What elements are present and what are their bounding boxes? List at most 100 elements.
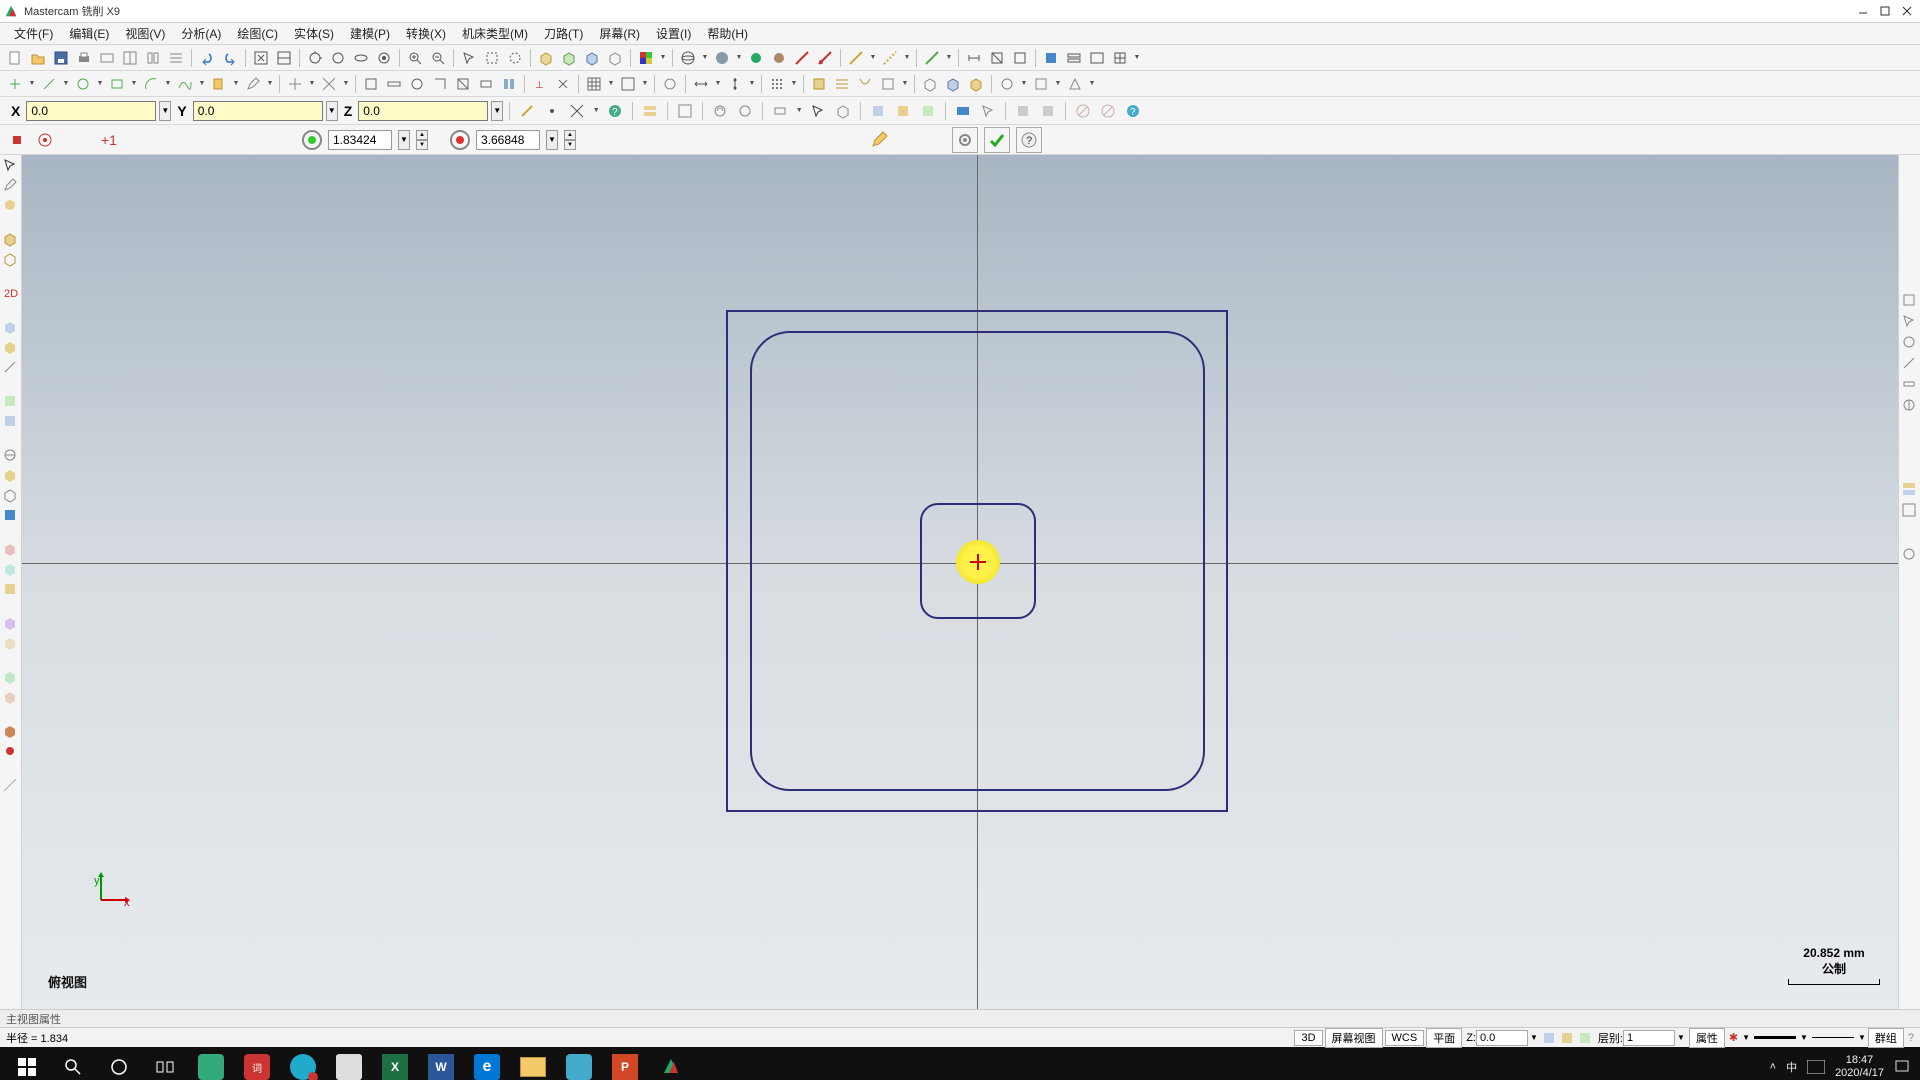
taskbar-app-1[interactable] [188, 1047, 234, 1080]
status-layer-input[interactable] [1623, 1030, 1675, 1046]
param-btn-add[interactable]: +1 [98, 129, 120, 151]
status-screenview-button[interactable]: 屏幕视图 [1325, 1028, 1383, 1048]
lside-21[interactable] [2, 669, 20, 687]
tb2-m3[interactable] [965, 73, 987, 95]
coord-btn-2[interactable] [541, 100, 563, 122]
tb2-e[interactable] [452, 73, 474, 95]
tb1-rot1[interactable] [304, 47, 326, 69]
param-help[interactable]: ? [1016, 127, 1042, 153]
tb1-dim2[interactable] [986, 47, 1008, 69]
tb2-l1[interactable] [808, 73, 830, 95]
tb1-g1[interactable] [921, 47, 943, 69]
tb1-redline2[interactable] [814, 47, 836, 69]
menu-help[interactable]: 帮助(H) [699, 23, 756, 44]
tb1-sel1[interactable] [458, 47, 480, 69]
diameter-spinner[interactable]: ▲▼ [564, 130, 576, 150]
lside-9[interactable] [2, 359, 20, 377]
lside-5[interactable] [2, 251, 20, 269]
taskbar-skype[interactable] [280, 1047, 326, 1080]
circle-tool[interactable] [72, 73, 94, 95]
tray-clock[interactable]: 18:47 2020/4/17 [1835, 1054, 1884, 1080]
fit-button[interactable] [250, 47, 272, 69]
tb2-grid[interactable] [583, 73, 605, 95]
lside-11[interactable] [2, 413, 20, 431]
tb1-8[interactable] [165, 47, 187, 69]
coord-arrow[interactable] [807, 100, 829, 122]
tb2-dim-h[interactable] [690, 73, 712, 95]
tb1-grid-drop[interactable]: ▼ [1132, 54, 1142, 61]
tb1-brown[interactable] [768, 47, 790, 69]
z-input[interactable] [358, 101, 488, 121]
status-linetype[interactable] [1754, 1036, 1796, 1039]
coord-btn-3[interactable] [566, 100, 588, 122]
param-gear[interactable] [952, 127, 978, 153]
coord-rect-drop[interactable]: ▼ [794, 107, 804, 114]
lside-2[interactable] [2, 177, 20, 195]
param-btn-1[interactable] [6, 129, 28, 151]
menu-screen[interactable]: 屏幕(R) [591, 23, 648, 44]
spline-tool[interactable] [174, 73, 196, 95]
tb2-l3[interactable] [854, 73, 876, 95]
status-icon-3[interactable] [1576, 1029, 1594, 1047]
status-z-input[interactable] [1476, 1030, 1528, 1046]
minimize-button[interactable] [1854, 2, 1872, 20]
color-button[interactable] [635, 47, 657, 69]
tb1-g1-drop[interactable]: ▼ [944, 54, 954, 61]
cortana-button[interactable] [96, 1047, 142, 1080]
lside-19[interactable] [2, 615, 20, 633]
tb2-j-drop[interactable]: ▼ [640, 80, 650, 87]
tb1-green1[interactable] [745, 47, 767, 69]
tb1-redline[interactable] [791, 47, 813, 69]
lside-14[interactable] [2, 487, 20, 505]
tb2-n2-drop[interactable]: ▼ [1053, 80, 1063, 87]
taskbar-explorer[interactable] [510, 1047, 556, 1080]
new-file-button[interactable] [4, 47, 26, 69]
paste-drop[interactable]: ▼ [231, 80, 241, 87]
spline-drop[interactable]: ▼ [197, 80, 207, 87]
taskbar-app-2[interactable]: 词 [234, 1047, 280, 1080]
param-pencil[interactable] [868, 129, 890, 151]
rside-8[interactable] [1901, 502, 1919, 520]
taskview-button[interactable] [142, 1047, 188, 1080]
sphere-shade-dropdown[interactable]: ▼ [734, 54, 744, 61]
status-attr-button[interactable]: 属性 [1689, 1028, 1725, 1048]
diameter-indicator-icon[interactable] [450, 130, 470, 150]
paste-tool[interactable] [208, 73, 230, 95]
lside-20[interactable] [2, 635, 20, 653]
tb1-dim1[interactable] [963, 47, 985, 69]
tb1-7[interactable] [142, 47, 164, 69]
status-help[interactable]: ? [1908, 1032, 1914, 1044]
taskbar-app-9[interactable] [556, 1047, 602, 1080]
coord-t2[interactable] [977, 100, 999, 122]
tb1-dim3[interactable] [1009, 47, 1031, 69]
tb2-pat-drop[interactable]: ▼ [789, 80, 799, 87]
tb2-dim-v[interactable] [724, 73, 746, 95]
coord-s1[interactable] [867, 100, 889, 122]
edit-tool[interactable] [242, 73, 264, 95]
status-icon-2[interactable] [1558, 1029, 1576, 1047]
y-input[interactable] [193, 101, 323, 121]
edit-drop[interactable]: ▼ [265, 80, 275, 87]
tb2-h[interactable]: ⊥ [529, 73, 551, 95]
diameter-dropdown[interactable]: ▼ [546, 130, 558, 150]
tb1-lay2[interactable] [1086, 47, 1108, 69]
rside-4[interactable] [1901, 355, 1919, 373]
point-drop[interactable]: ▼ [27, 80, 37, 87]
tb1-y2[interactable] [879, 47, 901, 69]
x-dropdown[interactable]: ▼ [159, 101, 171, 121]
taskbar-powerpoint[interactable]: P [602, 1047, 648, 1080]
lside-18[interactable] [2, 581, 20, 599]
tb1-zoom2[interactable] [273, 47, 295, 69]
tb1-rot3[interactable] [350, 47, 372, 69]
lside-25[interactable] [2, 777, 20, 795]
rside-2[interactable] [1901, 313, 1919, 331]
search-button[interactable] [50, 1047, 96, 1080]
trim2-drop[interactable]: ▼ [341, 80, 351, 87]
status-group-button[interactable]: 群组 [1868, 1028, 1904, 1048]
lside-3[interactable] [2, 197, 20, 215]
rside-7[interactable] [1901, 481, 1919, 499]
coord-s3[interactable] [917, 100, 939, 122]
tb2-m1[interactable] [919, 73, 941, 95]
tb1-rot2[interactable] [327, 47, 349, 69]
sphere-wire-dropdown[interactable]: ▼ [700, 54, 710, 61]
